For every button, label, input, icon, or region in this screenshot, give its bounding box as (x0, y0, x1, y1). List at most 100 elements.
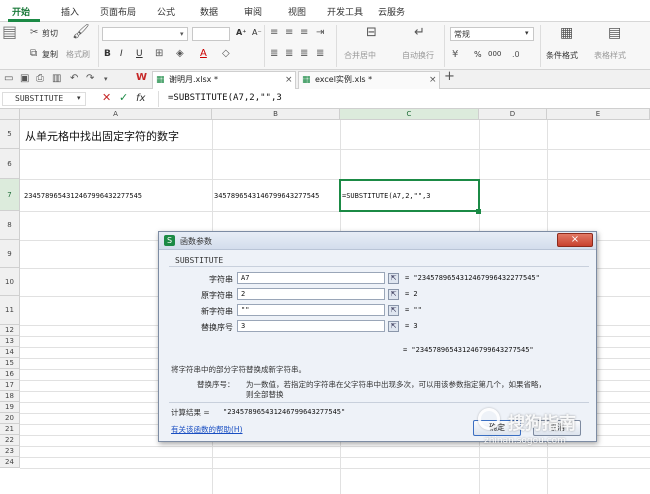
doc-tab-1[interactable]: ▦ 谢明月.xlsx * × (152, 71, 296, 89)
dialog-title-bar[interactable]: S 函数参数 × (159, 232, 596, 250)
row-header[interactable]: 6 (0, 149, 20, 179)
align-right-icon[interactable]: ≣ (300, 48, 308, 60)
clear-format-icon[interactable]: ◇ (222, 48, 230, 60)
row-header[interactable]: 19 (0, 402, 20, 413)
tab-insert[interactable]: 插入 (61, 5, 79, 18)
tab-formulas[interactable]: 公式 (157, 5, 175, 18)
paste-icon[interactable]: ▤ (2, 24, 17, 40)
save-icon[interactable]: ▣ (20, 73, 29, 85)
row-header[interactable]: 15 (0, 358, 20, 369)
arg-input-new-text[interactable]: "" (237, 304, 385, 316)
column-header-c[interactable]: C (340, 109, 479, 120)
percent-button[interactable]: % (474, 50, 482, 59)
print-icon[interactable]: ⎙ (36, 73, 44, 85)
column-header-e[interactable]: E (547, 109, 650, 120)
font-name-select[interactable] (102, 27, 188, 41)
tab-cloud[interactable]: 云服务 (378, 5, 405, 18)
close-icon[interactable]: × (285, 74, 293, 86)
row-header[interactable]: 23 (0, 446, 20, 457)
row-header[interactable]: 12 (0, 325, 20, 336)
row-header[interactable]: 10 (0, 268, 20, 296)
row-header[interactable]: 20 (0, 413, 20, 424)
row-header[interactable]: 9 (0, 240, 20, 268)
row-header[interactable]: 17 (0, 380, 20, 391)
arg-input-instance-num[interactable]: 3 (237, 320, 385, 332)
tab-data[interactable]: 数据 (200, 5, 218, 18)
cut-button[interactable]: 剪切 (42, 28, 58, 39)
confirm-icon[interactable]: ✓ (119, 92, 128, 104)
wrap-text-button[interactable]: 自动换行 (402, 50, 434, 61)
align-bottom-icon[interactable]: ≡ (300, 27, 308, 39)
cancel-icon[interactable]: ✕ (102, 92, 111, 104)
redo-icon[interactable]: ↷ (86, 73, 94, 85)
function-help-link[interactable]: 有关该函数的帮助(H) (171, 424, 243, 435)
tab-developer[interactable]: 开发工具 (327, 5, 363, 18)
selected-cell-c7[interactable]: =SUBSTITUTE(A7,2,"",3 (339, 179, 480, 212)
print-preview-icon[interactable]: ▥ (52, 73, 61, 85)
tab-view[interactable]: 视图 (288, 5, 306, 18)
table-style-button[interactable]: 表格样式 (594, 50, 626, 61)
collapse-dialog-icon[interactable]: ⇱ (388, 273, 399, 284)
row-header[interactable]: 14 (0, 347, 20, 358)
row-header[interactable]: 13 (0, 336, 20, 347)
bold-button[interactable]: B (104, 49, 111, 59)
collapse-dialog-icon[interactable]: ⇱ (388, 305, 399, 316)
align-middle-icon[interactable]: ≡ (285, 27, 293, 39)
indent-icon[interactable]: ⇥ (316, 27, 324, 39)
collapse-dialog-icon[interactable]: ⇱ (388, 321, 399, 332)
fill-handle[interactable] (476, 209, 481, 214)
fill-color-icon[interactable]: ◈ (176, 48, 184, 60)
undo-icon[interactable]: ↶ (70, 73, 78, 85)
font-grow-button[interactable]: A⁺ (236, 28, 246, 37)
tab-page-layout[interactable]: 页面布局 (100, 5, 136, 18)
thousands-button[interactable]: 000 (488, 50, 501, 58)
row-header[interactable]: 21 (0, 424, 20, 435)
close-icon[interactable]: × (429, 74, 437, 86)
tab-home[interactable]: 开始 (12, 5, 30, 18)
tab-review[interactable]: 审阅 (244, 5, 262, 18)
font-shrink-button[interactable]: A⁻ (252, 28, 262, 37)
row-header[interactable]: 16 (0, 369, 20, 380)
conditional-format-button[interactable]: 条件格式 (546, 50, 578, 61)
chevron-down-icon[interactable]: ▾ (104, 73, 108, 85)
decimal-icon[interactable]: .0 (512, 49, 520, 61)
row-header[interactable]: 7 (0, 179, 20, 211)
merge-center-button[interactable]: 合并居中 (344, 50, 376, 61)
column-header-d[interactable]: D (479, 109, 547, 120)
column-header-b[interactable]: B (212, 109, 340, 120)
align-center-icon[interactable]: ≣ (285, 48, 293, 60)
cell-b7[interactable]: 34578965431467996432​77545 (214, 192, 319, 200)
row-header[interactable]: 8 (0, 211, 20, 240)
row-header[interactable]: 11 (0, 296, 20, 325)
collapse-dialog-icon[interactable]: ⇱ (388, 289, 399, 300)
font-color-icon[interactable]: A (200, 48, 207, 60)
currency-icon[interactable]: ¥ (452, 49, 458, 61)
font-size-select[interactable] (192, 27, 230, 41)
copy-button[interactable]: 复制 (42, 49, 58, 60)
cell-a5[interactable]: 从单元格中找出固定字符的数字 (25, 128, 179, 144)
row-header[interactable]: 22 (0, 435, 20, 446)
justify-icon[interactable]: ≣ (316, 48, 324, 60)
corner-select-all[interactable] (0, 109, 20, 120)
number-format-select[interactable]: 常规 ▾ (450, 27, 534, 41)
insert-function-button[interactable]: fx (136, 93, 145, 104)
border-icon[interactable]: ⊞ (155, 48, 163, 60)
formula-input[interactable]: =SUBSTITUTE(A7,2,"",3 (168, 93, 282, 103)
new-tab-icon[interactable]: + (444, 70, 455, 83)
row-header[interactable]: 24 (0, 457, 20, 468)
row-header[interactable]: 5 (0, 120, 20, 149)
column-header-a[interactable]: A (20, 109, 212, 120)
folder-icon[interactable]: ▭ (4, 73, 13, 85)
close-icon[interactable]: × (557, 233, 593, 247)
align-left-icon[interactable]: ≣ (270, 48, 278, 60)
doc-tab-2[interactable]: ▦ excel实例.xls * × (298, 71, 440, 89)
row-header[interactable]: 18 (0, 391, 20, 402)
italic-button[interactable]: I (120, 49, 123, 59)
arg-input-text[interactable]: A7 (237, 272, 385, 284)
align-top-icon[interactable]: ≡ (270, 27, 278, 39)
cell-a7[interactable]: 23457896543124679964322​77545 (24, 192, 142, 200)
name-box[interactable]: SUBSTITUTE ▾ (2, 92, 86, 106)
underline-button[interactable]: U (136, 49, 143, 59)
format-painter-button[interactable]: 格式刷 (66, 49, 90, 60)
arg-input-old-text[interactable]: 2 (237, 288, 385, 300)
